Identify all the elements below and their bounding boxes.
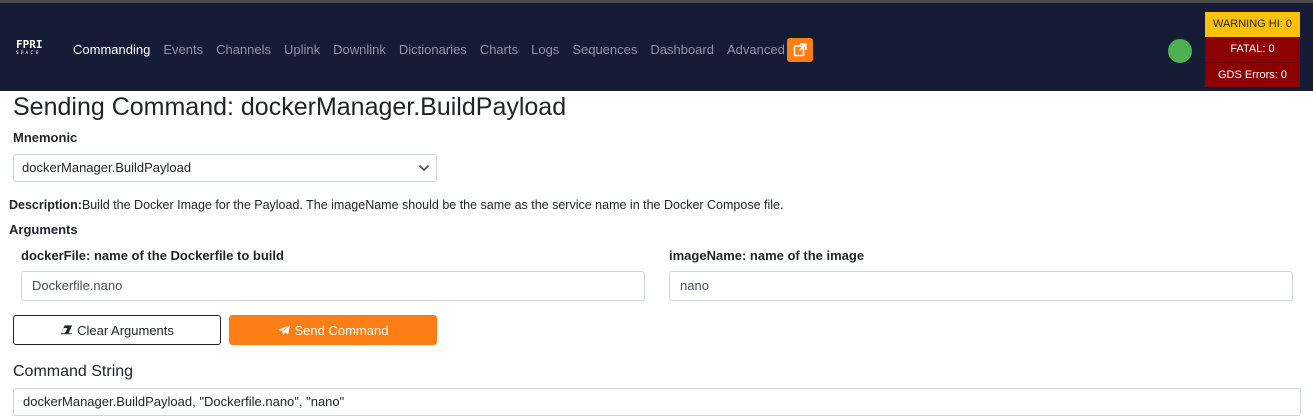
nav-channels[interactable]: Channels <box>216 40 271 60</box>
nav-uplink[interactable]: Uplink <box>284 40 320 60</box>
fatal-badge[interactable]: FATAL: 0 <box>1205 37 1300 62</box>
gds-errors-badge[interactable]: GDS Errors: 0 <box>1205 62 1300 87</box>
nav-commanding[interactable]: Commanding <box>73 40 150 60</box>
dockerfile-input[interactable]: Dockerfile.nano <box>21 271 645 301</box>
command-string-field[interactable]: dockerManager.BuildPayload, "Dockerfile.… <box>13 388 1301 416</box>
nav-advanced[interactable]: Advanced <box>727 40 785 60</box>
imagename-arg-label: imageName: name of the image <box>669 248 865 263</box>
command-string-label: Command String <box>13 363 134 380</box>
nav-links: Commanding Events Channels Uplink Downli… <box>73 40 798 60</box>
clear-arguments-button[interactable]: Clear Arguments <box>13 315 221 345</box>
send-command-button[interactable]: Send Command <box>229 315 437 345</box>
nav-downlink[interactable]: Downlink <box>333 40 386 60</box>
connection-status-indicator <box>1168 39 1192 63</box>
clear-arguments-label: Clear Arguments <box>77 322 174 338</box>
chevron-down-icon <box>418 164 430 172</box>
nav-charts[interactable]: Charts <box>480 40 518 60</box>
imagename-input[interactable]: nano <box>669 271 1293 301</box>
description-label: Description: <box>9 198 82 212</box>
arguments-label: Arguments <box>9 222 78 237</box>
app-logo[interactable]: FPRI SPACE <box>16 39 54 59</box>
eraser-icon <box>61 325 73 335</box>
nav-dashboard[interactable]: Dashboard <box>650 40 714 60</box>
page-title: Sending Command: dockerManager.BuildPayl… <box>13 93 567 121</box>
description-text: Build the Docker Image for the Payload. … <box>81 198 784 212</box>
dockerfile-arg-label: dockerFile: name of the Dockerfile to bu… <box>21 248 284 263</box>
nav-events[interactable]: Events <box>163 40 203 60</box>
command-description: Description:Build the Docker Image for t… <box>9 197 783 213</box>
nav-dictionaries[interactable]: Dictionaries <box>399 40 467 60</box>
warning-hi-badge[interactable]: WARNING HI: 0 <box>1205 12 1300 37</box>
mnemonic-label: Mnemonic <box>13 130 78 145</box>
nav-logs[interactable]: Logs <box>531 40 559 60</box>
nav-sequences[interactable]: Sequences <box>572 40 637 60</box>
external-link-icon <box>793 43 807 57</box>
logo-subtext: SPACE <box>16 50 41 55</box>
mnemonic-select[interactable]: dockerManager.BuildPayload <box>13 154 437 182</box>
navbar: FPRI SPACE Commanding Events Channels Up… <box>0 3 1313 91</box>
alerts-panel: WARNING HI: 0 FATAL: 0 GDS Errors: 0 <box>1205 12 1300 88</box>
mnemonic-select-value: dockerManager.BuildPayload <box>22 160 192 175</box>
external-link-button[interactable] <box>787 38 813 62</box>
paper-plane-icon <box>277 324 290 336</box>
send-command-label: Send Command <box>294 322 389 338</box>
logo-text: FPRI <box>16 38 43 51</box>
